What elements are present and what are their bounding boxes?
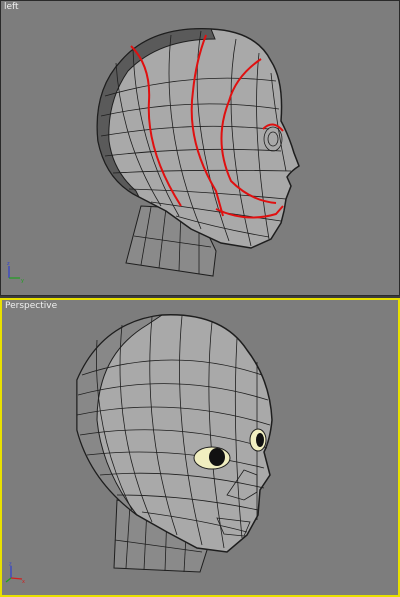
- axis-label-y: y: [21, 278, 24, 283]
- axis-gizmo-left: z y: [7, 261, 24, 283]
- axis-label-x: x: [22, 579, 25, 584]
- head-mesh-side-view: [96, 28, 300, 277]
- axis-label-z: z: [9, 562, 12, 568]
- axis-label-z: z: [7, 261, 10, 267]
- viewport-perspective[interactable]: Perspective z x: [0, 298, 400, 597]
- viewport-left[interactable]: left z y: [0, 0, 400, 296]
- head-mesh-perspective-view: [76, 314, 273, 573]
- axis-gizmo-perspective: z x: [5, 562, 25, 584]
